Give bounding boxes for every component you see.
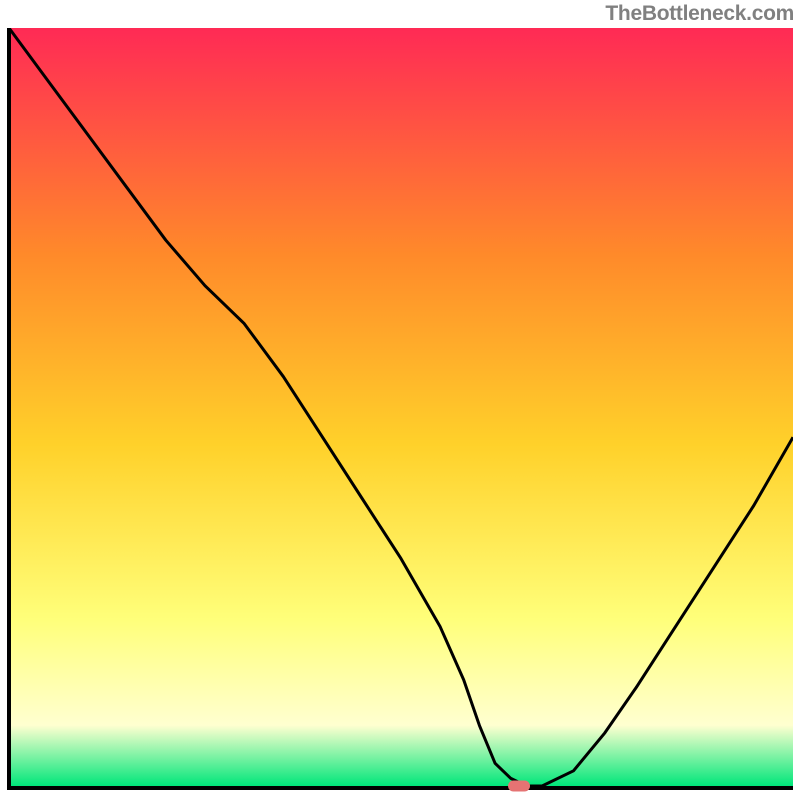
chart-frame: TheBottleneck.com bbox=[0, 0, 800, 800]
plot-svg bbox=[7, 28, 793, 790]
watermark-text: TheBottleneck.com bbox=[605, 2, 794, 26]
optimal-marker bbox=[508, 781, 530, 792]
gradient-background bbox=[9, 28, 793, 786]
plot-area bbox=[7, 28, 793, 790]
